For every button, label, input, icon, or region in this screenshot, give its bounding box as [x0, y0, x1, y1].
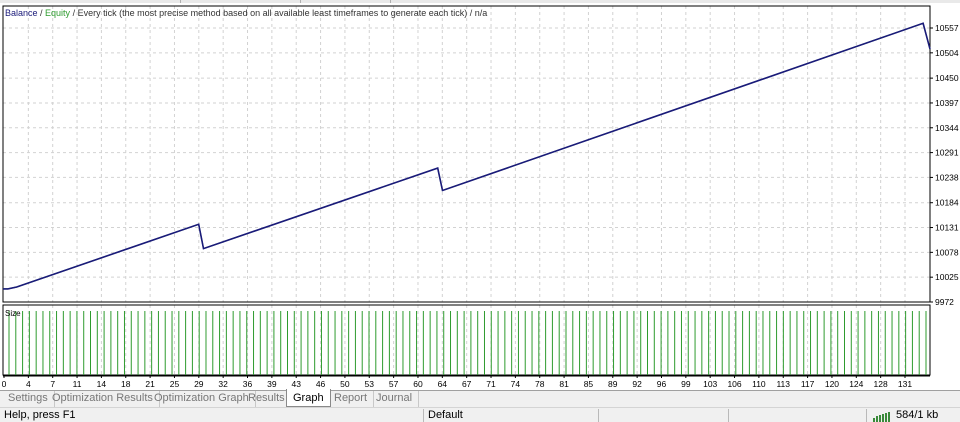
x-tick-label: 64	[438, 379, 448, 389]
tab-report[interactable]: Report	[328, 391, 375, 407]
x-tick-label: 14	[97, 379, 107, 389]
x-tick-label: 113	[776, 379, 790, 389]
x-tick-label: 7	[50, 379, 55, 389]
size-plot-frame	[2, 304, 931, 376]
legend-sep-1: /	[38, 8, 46, 18]
y-tick-label: 10025	[935, 272, 959, 282]
y-tick-label: 10238	[935, 172, 959, 182]
x-tick-label: 25	[170, 379, 180, 389]
y-tick-label: 10450	[935, 73, 959, 83]
x-tick-label: 120	[825, 379, 839, 389]
size-bars	[8, 311, 927, 375]
tab-optimization-results[interactable]: Optimization Results	[46, 391, 160, 407]
tab-journal[interactable]: Journal	[370, 391, 420, 407]
x-tick-label: 103	[703, 379, 717, 389]
x-tick-label: 43	[291, 379, 301, 389]
chart-model-text: / Every tick (the most precise method ba…	[70, 8, 487, 18]
x-axis-ticks: 0 4 7 11 14 18 21 25 29 32 36 39 43 46 50 53 57 60 64 67 71 7…	[2, 375, 930, 389]
y-tick-label: 10397	[935, 98, 959, 108]
tab-results[interactable]: Results	[242, 391, 292, 407]
balance-chart: 9972 10025 10078 10131 10184 10238 10291 10344 1…	[2, 5, 959, 389]
x-tick-label: 89	[608, 379, 618, 389]
x-tick-label: 50	[340, 379, 350, 389]
x-tick-label: 57	[389, 379, 399, 389]
x-tick-label: 18	[121, 379, 131, 389]
status-profile: Default	[428, 409, 463, 421]
x-tick-label: 53	[365, 379, 375, 389]
y-tick-label: 10557	[935, 23, 959, 33]
x-tick-label: 96	[657, 379, 667, 389]
status-bar: Help, press F1 Default 584/1 kb	[0, 407, 960, 422]
y-tick-label: 10291	[935, 148, 959, 158]
y-tick-label: 10344	[935, 123, 959, 133]
x-tick-label: 39	[267, 379, 277, 389]
x-tick-label: 32	[218, 379, 228, 389]
legend-equity: Equity	[45, 8, 71, 18]
connection-bars-icon	[873, 411, 891, 422]
x-tick-label: 117	[801, 379, 815, 389]
y-tick-label: 10184	[935, 198, 959, 208]
x-tick-label: 110	[752, 379, 766, 389]
x-tick-label: 128	[874, 379, 888, 389]
main-grid	[3, 6, 930, 303]
strategy-tester-window: 9972 10025 10078 10131 10184 10238 10291 10344 1…	[0, 0, 960, 422]
size-grid	[27, 305, 906, 375]
x-tick-label: 92	[632, 379, 642, 389]
x-tick-label: 78	[535, 379, 545, 389]
status-help-text: Help, press F1	[4, 409, 76, 421]
x-tick-label: 4	[26, 379, 31, 389]
tester-tabs: Settings Optimization Results Optimization…	[0, 389, 960, 407]
x-tick-label: 74	[511, 379, 521, 389]
legend-balance: Balance	[5, 8, 38, 18]
x-tick-label: 67	[462, 379, 472, 389]
status-traffic: 584/1 kb	[896, 409, 939, 421]
tab-graph[interactable]: Graph	[286, 389, 331, 407]
size-panel-label: Size	[5, 309, 21, 318]
x-tick-label: 85	[584, 379, 594, 389]
y-tick-label: 9972	[935, 297, 954, 307]
x-tick-label: 11	[73, 379, 82, 389]
x-tick-label: 71	[486, 379, 496, 389]
x-tick-label: 46	[316, 379, 326, 389]
graph-panel: 9972 10025 10078 10131 10184 10238 10291 10344 1…	[0, 3, 960, 390]
tab-optimization-graph[interactable]: Optimization Graph	[148, 391, 256, 407]
y-axis-ticks: 9972 10025 10078 10131 10184 10238 10291 10344 1…	[930, 23, 959, 307]
x-tick-label: 21	[145, 379, 155, 389]
x-tick-label: 131	[898, 379, 912, 389]
x-tick-label: 29	[194, 379, 204, 389]
x-tick-label: 106	[727, 379, 741, 389]
y-tick-label: 10131	[935, 223, 959, 233]
chart-header: Balance / Equity / Every tick (the most …	[5, 8, 487, 18]
x-tick-label: 124	[849, 379, 863, 389]
x-tick-label: 36	[243, 379, 253, 389]
y-tick-label: 10078	[935, 247, 959, 257]
x-tick-label: 60	[413, 379, 423, 389]
x-tick-label: 0	[2, 379, 7, 389]
y-tick-label: 10504	[935, 48, 959, 58]
x-tick-label: 81	[559, 379, 569, 389]
x-tick-label: 99	[681, 379, 691, 389]
